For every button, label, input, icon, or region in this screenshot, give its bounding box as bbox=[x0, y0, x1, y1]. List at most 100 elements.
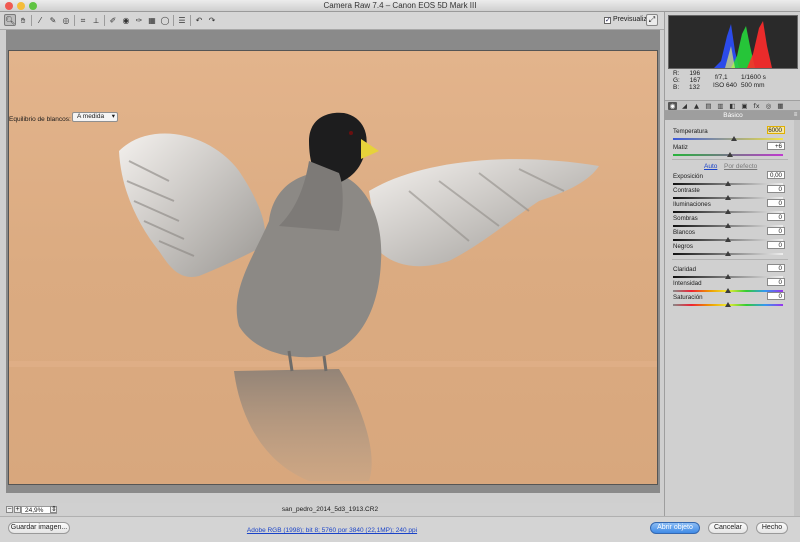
preferences-icon[interactable]: ☰ bbox=[176, 14, 188, 26]
panel-menu-icon[interactable]: ≡ bbox=[792, 112, 799, 119]
histogram-graph bbox=[669, 21, 772, 68]
crop-tool-icon[interactable]: ⌗ bbox=[77, 14, 89, 26]
adjustment-brush-icon[interactable]: ✑ bbox=[133, 14, 145, 26]
minimize-window-icon[interactable] bbox=[17, 2, 25, 10]
vibrance-label: Intensidad bbox=[673, 280, 702, 287]
panel-scrollbar[interactable] bbox=[794, 120, 800, 516]
clarity-value-field[interactable]: 0 bbox=[767, 264, 785, 272]
panel-tabs: ◉ ◢ ▲ ▤ ▥ ◧ ▣ fx ◎ ▦ bbox=[665, 100, 800, 111]
shadows-label: Sombras bbox=[673, 215, 698, 222]
shutter-speed: 1/1600 s bbox=[741, 74, 766, 81]
toolbar-separator bbox=[74, 15, 75, 26]
tint-label: Matiz bbox=[673, 144, 688, 151]
zoom-tool-icon[interactable]: 🔍︎ bbox=[4, 14, 16, 26]
split-toning-tab-icon[interactable]: ▥ bbox=[716, 102, 725, 110]
hsl-tab-icon[interactable]: ▤ bbox=[704, 102, 713, 110]
clarity-thumb[interactable] bbox=[725, 274, 731, 279]
exposure-thumb[interactable] bbox=[725, 181, 731, 186]
highlights-thumb[interactable] bbox=[725, 209, 731, 214]
basic-tab-icon[interactable]: ◉ bbox=[668, 102, 677, 110]
default-link[interactable]: Por defecto bbox=[724, 163, 757, 170]
temperature-track[interactable] bbox=[673, 138, 783, 140]
file-name: san_pedro_2014_5d3_1913.CR2 bbox=[281, 506, 379, 513]
open-object-button[interactable]: Abrir objeto bbox=[650, 522, 700, 534]
shadows-thumb[interactable] bbox=[725, 223, 731, 228]
window-title: Camera Raw 7.4 – Canon EOS 5D Mark III bbox=[323, 1, 477, 10]
contrast-thumb[interactable] bbox=[725, 195, 731, 200]
red-eye-icon[interactable]: ◉ bbox=[120, 14, 132, 26]
detail-tab-icon[interactable]: ▲ bbox=[692, 102, 701, 110]
graduated-filter-icon[interactable]: ▦ bbox=[146, 14, 158, 26]
saturation-thumb[interactable] bbox=[725, 302, 731, 307]
tool-bar: 🔍︎ ✋︎ ⁄ ✎ ◎ ⌗ ⟂ ✐ ◉ ✑ ▦ ◯ ☰ ↶ ↷ bbox=[0, 12, 664, 30]
b-label: B: bbox=[673, 84, 680, 91]
rotate-right-icon[interactable]: ↷ bbox=[206, 14, 218, 26]
temperature-value-field[interactable]: 6000 bbox=[767, 126, 785, 134]
vibrance-thumb[interactable] bbox=[725, 288, 731, 293]
histogram bbox=[668, 15, 798, 69]
g-label: G: bbox=[673, 77, 680, 84]
temperature-label: Temperatura bbox=[673, 128, 708, 135]
hand-tool-icon[interactable]: ✋︎ bbox=[17, 14, 29, 26]
aperture: f/7,1 bbox=[715, 74, 728, 81]
b-value: 132 bbox=[688, 84, 700, 91]
contrast-value-field[interactable]: 0 bbox=[767, 185, 785, 193]
white-balance-value: A medida bbox=[77, 113, 105, 120]
radial-filter-icon[interactable]: ◯ bbox=[159, 14, 171, 26]
color-sampler-icon[interactable]: ✎ bbox=[47, 14, 59, 26]
exposure-label: Exposición bbox=[673, 173, 703, 180]
toolbar-separator bbox=[173, 15, 174, 26]
camera-calibration-tab-icon[interactable]: ◎ bbox=[764, 102, 773, 110]
exposure-value-field[interactable]: 0,00 bbox=[767, 171, 785, 179]
temperature-thumb[interactable] bbox=[730, 136, 737, 141]
white-balance-select[interactable]: A medida ▾ bbox=[72, 112, 118, 122]
spot-removal-icon[interactable]: ✐ bbox=[107, 14, 119, 26]
chevron-down-icon: ▾ bbox=[111, 113, 115, 120]
highlights-value-field[interactable]: 0 bbox=[767, 199, 785, 207]
tone-curve-tab-icon[interactable]: ◢ bbox=[680, 102, 689, 110]
iso: ISO 640 bbox=[713, 82, 737, 89]
tint-value-field[interactable]: +6 bbox=[767, 142, 785, 150]
blacks-label: Negros bbox=[673, 243, 693, 250]
whites-thumb[interactable] bbox=[725, 237, 731, 242]
blacks-value-field[interactable]: 0 bbox=[767, 241, 785, 249]
highlights-label: Iluminaciones bbox=[673, 201, 711, 208]
zoom-window-icon[interactable] bbox=[29, 2, 37, 10]
effects-tab-icon[interactable]: ▣ bbox=[740, 102, 749, 110]
close-window-icon[interactable] bbox=[5, 2, 13, 10]
saturation-label: Saturación bbox=[673, 294, 703, 301]
divider bbox=[672, 159, 788, 160]
fx-tab-icon[interactable]: fx bbox=[752, 102, 761, 110]
white-balance-label: Equilibrio de blancos: bbox=[9, 116, 71, 123]
auto-link[interactable]: Auto bbox=[704, 163, 717, 170]
fullscreen-toggle-icon[interactable]: ⤢ bbox=[646, 14, 658, 26]
camera-raw-window: Camera Raw 7.4 – Canon EOS 5D Mark III 🔍… bbox=[0, 0, 800, 542]
section-header: Básico ≡ bbox=[665, 111, 800, 120]
save-image-button[interactable]: Guardar imagen... bbox=[8, 522, 70, 534]
checkmark-icon[interactable]: ✓ bbox=[604, 17, 611, 24]
contrast-label: Contraste bbox=[673, 187, 700, 194]
done-button[interactable]: Hecho bbox=[756, 522, 788, 534]
r-label: R: bbox=[673, 70, 680, 77]
tint-thumb[interactable] bbox=[727, 152, 734, 157]
whites-value-field[interactable]: 0 bbox=[767, 227, 785, 235]
vibrance-value-field[interactable]: 0 bbox=[767, 278, 785, 286]
presets-tab-icon[interactable]: ▦ bbox=[776, 102, 785, 110]
cancel-button[interactable]: Cancelar bbox=[708, 522, 748, 534]
white-balance-tool-icon[interactable]: ⁄ bbox=[34, 14, 46, 26]
focal-length: 500 mm bbox=[741, 82, 765, 89]
saturation-value-field[interactable]: 0 bbox=[767, 292, 785, 300]
workflow-options-link[interactable]: Adobe RGB (1998); bit 8; 5760 por 3840 (… bbox=[180, 526, 484, 535]
target-adjust-icon[interactable]: ◎ bbox=[60, 14, 72, 26]
blacks-thumb[interactable] bbox=[725, 251, 731, 256]
straighten-tool-icon[interactable]: ⟂ bbox=[90, 14, 102, 26]
title-bar: Camera Raw 7.4 – Canon EOS 5D Mark III bbox=[0, 0, 800, 12]
shadows-value-field[interactable]: 0 bbox=[767, 213, 785, 221]
g-value: 167 bbox=[689, 77, 701, 84]
toolbar-separator bbox=[31, 15, 32, 26]
section-title: Básico bbox=[723, 112, 743, 119]
divider bbox=[672, 259, 788, 260]
lens-corrections-tab-icon[interactable]: ◧ bbox=[728, 102, 737, 110]
toolbar-separator bbox=[104, 15, 105, 26]
rotate-left-icon[interactable]: ↶ bbox=[193, 14, 205, 26]
